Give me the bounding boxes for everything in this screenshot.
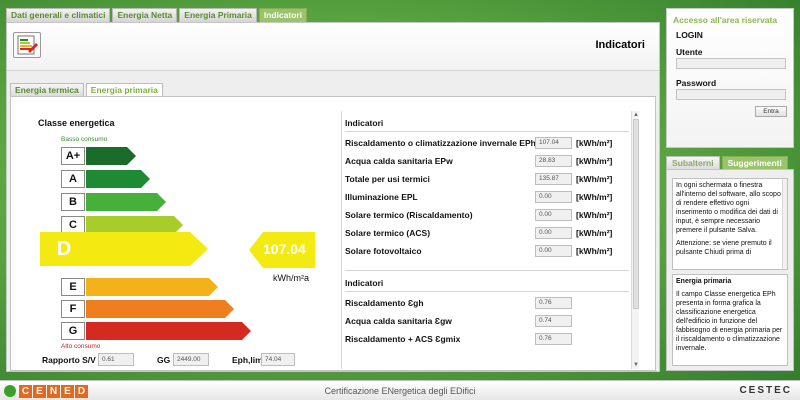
indicator-unit: [kWh/m²] xyxy=(576,174,613,184)
indicators-rule xyxy=(345,131,629,132)
bottom-bar: C E N E D Certificazione ENergetica degl… xyxy=(0,380,800,400)
indicator-value-field: 0.00 xyxy=(535,209,572,221)
energy-class-label: B xyxy=(61,193,85,211)
gg-field: 2449.00 xyxy=(173,353,209,366)
suggestions-panel: In ogni schermata o finestra all'interno… xyxy=(666,169,794,371)
indicator-label: Solare termico (Riscaldamento) xyxy=(345,210,473,220)
energy-value: 107.04 xyxy=(263,241,306,257)
tab-suggerimenti[interactable]: Suggerimenti xyxy=(721,156,788,169)
energy-class-bar xyxy=(86,322,251,340)
indicator-label: Riscaldamento o climatizzazione invernal… xyxy=(345,138,536,148)
energy-class-bar xyxy=(86,278,218,296)
indicator-unit: [kWh/m²] xyxy=(576,192,613,202)
suggestion-warning: Attenzione: se viene premuto il pulsante… xyxy=(676,240,772,256)
indicator-label: Riscaldamento Ɛgh xyxy=(345,298,424,308)
indicator-label: Acqua calda sanitaria EPw xyxy=(345,156,453,166)
indicator-value-field: 107.04 xyxy=(535,137,572,149)
energy-class-bar xyxy=(88,232,208,266)
indicator-unit: [kWh/m²] xyxy=(576,156,613,166)
indicator-value-field: 0.00 xyxy=(535,227,572,239)
indicator-value-field: 135.87 xyxy=(535,173,572,185)
indicator-value-field: 28.83 xyxy=(535,155,572,167)
energy-class-label: F xyxy=(61,300,85,318)
user-label: Utente xyxy=(676,47,703,57)
eph-label: Eph,lim xyxy=(232,355,263,365)
energy-class-bar xyxy=(86,147,136,165)
main-panel: Indicatori Energia termica Energia prima… xyxy=(6,22,660,372)
password-input[interactable] xyxy=(676,89,786,100)
indicator-value-field: 0.74 xyxy=(535,315,572,327)
login-title: Accesso all'area riservata xyxy=(673,15,778,25)
indicator-unit: [kWh/m²] xyxy=(576,246,613,256)
scroll-up-icon[interactable]: ▲ xyxy=(632,111,640,119)
energy-class-label: D xyxy=(40,232,88,266)
header-bar: Indicatori xyxy=(7,23,659,71)
indicators2-title: Indicatori xyxy=(345,278,384,288)
user-input[interactable] xyxy=(676,58,786,69)
cestec-logo: CESTEC xyxy=(739,385,792,396)
tab-subalterni[interactable]: Subalterni xyxy=(666,156,720,169)
indicators-title: Indicatori xyxy=(345,118,384,128)
indicator-label: Riscaldamento + ACS Ɛgmix xyxy=(345,334,461,344)
energy-class-label: A+ xyxy=(61,147,85,165)
tab-energia-primaria[interactable]: Energia Primaria xyxy=(179,8,257,22)
indicator-label: Illuminazione EPL xyxy=(345,192,418,202)
tab-energia-termica[interactable]: Energia termica xyxy=(10,83,84,96)
suggestion-box-energy: Energia primaria Il campo Classe energet… xyxy=(672,274,788,366)
top-tab-bar: Dati generali e climatici Energia Netta … xyxy=(6,8,309,22)
high-consumption-label: Alto consumo xyxy=(61,343,101,350)
scroll-down-icon[interactable]: ▼ xyxy=(632,361,640,369)
indicator-label: Totale per usi termici xyxy=(345,174,430,184)
energy-class-label: E xyxy=(61,278,85,296)
energy-class-bar xyxy=(86,170,150,188)
certificate-icon[interactable] xyxy=(13,32,41,58)
low-consumption-label: Basso consumo xyxy=(61,136,108,143)
sub-tab-bar: Energia termica Energia primaria xyxy=(10,83,165,96)
eph-field: 74.04 xyxy=(261,353,295,366)
suggestion-box-general: In ogni schermata o finestra all'interno… xyxy=(672,178,788,270)
rapporto-field: 0.61 xyxy=(98,353,134,366)
classe-energetica-title: Classe energetica xyxy=(38,118,115,128)
gg-label: GG xyxy=(157,355,171,365)
energy-class-bar xyxy=(86,300,234,318)
indicator-unit: [kWh/m²] xyxy=(576,228,613,238)
footer-text: Certificazione ENergetica degli EDifici xyxy=(324,386,476,396)
suggestion-text: In ogni schermata o finestra all'interno… xyxy=(676,182,781,234)
tab-energia-primaria-sub[interactable]: Energia primaria xyxy=(85,83,163,96)
energy-unit: kWh/m²a xyxy=(273,273,309,283)
scrollbar-thumb[interactable] xyxy=(633,119,639,309)
suggestion2-title: Energia primaria xyxy=(676,278,732,285)
indicator-label: Solare termico (ACS) xyxy=(345,228,431,238)
column-divider xyxy=(341,111,342,369)
password-label: Password xyxy=(676,78,717,88)
right-tab-bar: Subalterni Suggerimenti xyxy=(666,156,790,169)
indicators2-rule xyxy=(345,291,629,292)
indicator-value-field: 0.00 xyxy=(535,245,572,257)
energy-class-label: A xyxy=(61,170,85,188)
content-area: Classe energetica Basso consumo Alto con… xyxy=(10,96,656,371)
suggestion-scrollbar[interactable] xyxy=(782,179,787,269)
rapporto-label: Rapporto S/V xyxy=(42,355,96,365)
indicator-value-field: 0.76 xyxy=(535,297,572,309)
energy-class-bar xyxy=(86,193,166,211)
indicator-value-field: 0.00 xyxy=(535,191,572,203)
login-button[interactable]: Entra xyxy=(755,106,787,117)
indicator-value-field: 0.76 xyxy=(535,333,572,345)
tab-indicatori[interactable]: Indicatori xyxy=(258,8,308,22)
tab-energia-netta[interactable]: Energia Netta xyxy=(112,8,178,22)
indicator-unit: [kWh/m²] xyxy=(576,210,613,220)
page-title: Indicatori xyxy=(595,39,645,51)
indicator-label: Solare fotovoltaico xyxy=(345,246,422,256)
energy-class-label: G xyxy=(61,322,85,340)
indicators2-top-rule xyxy=(345,270,629,271)
content-scrollbar[interactable]: ▲ ▼ xyxy=(631,111,639,369)
indicator-unit: [kWh/m²] xyxy=(576,138,613,148)
suggestion2-text: Il campo Classe energetica EPh presenta … xyxy=(676,291,783,352)
login-panel: Accesso all'area riservata LOGIN Utente … xyxy=(666,8,794,148)
tab-dati-generali[interactable]: Dati generali e climatici xyxy=(6,8,111,22)
indicator-label: Acqua calda sanitaria Ɛgw xyxy=(345,316,452,326)
login-subtitle: LOGIN xyxy=(676,30,703,40)
